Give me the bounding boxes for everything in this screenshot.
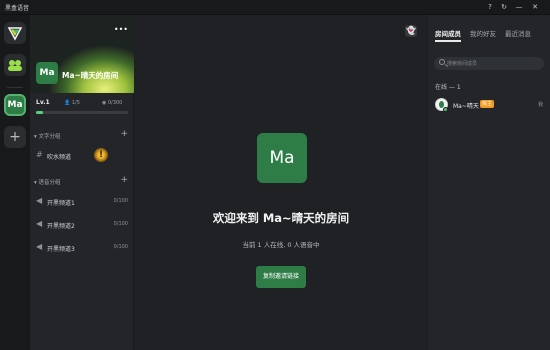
member-count: 👤 1/5 <box>64 100 80 106</box>
more-options-icon[interactable]: ••• <box>114 25 128 34</box>
server-button-ma[interactable]: Ma <box>4 94 26 116</box>
channel-row-voice-1[interactable]: ◀ 开黑频道1 0/100 <box>34 193 130 211</box>
member-list-item[interactable]: Ma~晴天 房主 我 <box>433 97 545 115</box>
speaker-icon: ◀ <box>36 219 43 228</box>
tab-room-members[interactable]: 房间成员 <box>435 28 461 38</box>
refresh-icon[interactable]: ↻ <box>499 2 509 12</box>
channel-row-text[interactable]: # 吹水频道 ! <box>34 147 130 165</box>
friends-button[interactable] <box>4 54 26 76</box>
text-group-header[interactable]: ▾ 文字分组 <box>34 132 61 140</box>
member-panel: 房间成员 我的好友 最近消息 在线 — 1 Ma~晴天 房主 我 <box>427 15 550 350</box>
channel-row-voice-2[interactable]: ◀ 开黑频道2 0/100 <box>34 216 130 234</box>
channel-row-voice-3[interactable]: ◀ 开黑频道3 0/100 <box>34 239 130 257</box>
close-icon[interactable]: ✕ <box>530 2 540 12</box>
hash-icon: # <box>36 150 43 159</box>
owner-badge: 房主 <box>480 100 495 108</box>
channel-name: 吹水频道 <box>47 154 72 161</box>
rail-divider <box>7 87 23 88</box>
channel-sidebar: ••• Ma Ma~晴天的房间 Lv.1 👤 1/5 ◉ 0/300 ▾ 文字分… <box>30 15 134 350</box>
add-voice-channel-button[interactable]: + <box>120 175 128 185</box>
ghost-icon[interactable]: 👻 <box>405 25 417 37</box>
room-avatar-large: Ma <box>257 133 307 183</box>
level-progress-fill <box>36 111 44 114</box>
channel-name: 开黑频道2 <box>47 223 75 230</box>
room-avatar: Ma <box>36 62 58 84</box>
minimize-icon[interactable]: — <box>514 2 524 12</box>
voice-group-header[interactable]: ▾ 语音分组 <box>34 178 61 186</box>
speaker-icon: ◀ <box>36 242 43 251</box>
room-name: Ma~晴天的房间 <box>62 71 119 80</box>
speaker-icon: ◀ <box>36 196 43 205</box>
logo-icon <box>7 27 23 41</box>
main-panel: 👻 Ma 欢迎来到 Ma~晴天的房间 当前 1 人在线, 0 人语音中 复制邀请… <box>135 15 427 350</box>
channel-capacity: 0/100 <box>113 198 128 204</box>
app-title: 黑盒语音 <box>5 5 30 12</box>
title-bar: 黑盒语音 ? ↻ — ✕ <box>0 0 550 15</box>
app-logo-button[interactable] <box>4 22 26 44</box>
room-banner: ••• Ma Ma~晴天的房间 <box>30 15 134 93</box>
self-marker: 我 <box>537 102 543 108</box>
search-icon <box>439 59 445 65</box>
copy-invite-link-button[interactable]: 复制邀请链接 <box>256 266 306 288</box>
member-search-input[interactable] <box>447 59 537 68</box>
online-members-header: 在线 — 1 <box>435 84 461 91</box>
tab-my-friends[interactable]: 我的好友 <box>470 28 496 38</box>
channel-name: 开黑频道3 <box>47 246 75 253</box>
online-status-dot <box>443 107 448 112</box>
online-count: ◉ 0/300 <box>102 100 123 106</box>
channel-capacity: 0/100 <box>113 221 128 227</box>
alert-icon[interactable]: ! <box>94 148 108 162</box>
member-name: Ma~晴天 <box>453 103 479 110</box>
active-tab-indicator <box>435 40 461 42</box>
tab-recent-messages[interactable]: 最近消息 <box>505 28 531 38</box>
welcome-title: 欢迎来到 Ma~晴天的房间 <box>212 211 350 225</box>
add-text-channel-button[interactable]: + <box>120 129 128 139</box>
member-count-value: 1/5 <box>71 100 80 106</box>
group-icon <box>8 60 22 71</box>
add-server-button[interactable]: + <box>4 126 26 148</box>
channel-name: 开黑频道1 <box>47 200 75 207</box>
online-count-value: 0/300 <box>107 100 123 106</box>
member-search[interactable] <box>434 57 544 70</box>
level-progress-bar <box>36 111 128 114</box>
room-level: Lv.1 <box>36 99 50 106</box>
online-status-text: 当前 1 人在线, 0 人语音中 <box>242 241 320 249</box>
help-icon[interactable]: ? <box>485 2 495 12</box>
channel-capacity: 0/100 <box>113 244 128 250</box>
server-rail: Ma + <box>0 15 30 350</box>
